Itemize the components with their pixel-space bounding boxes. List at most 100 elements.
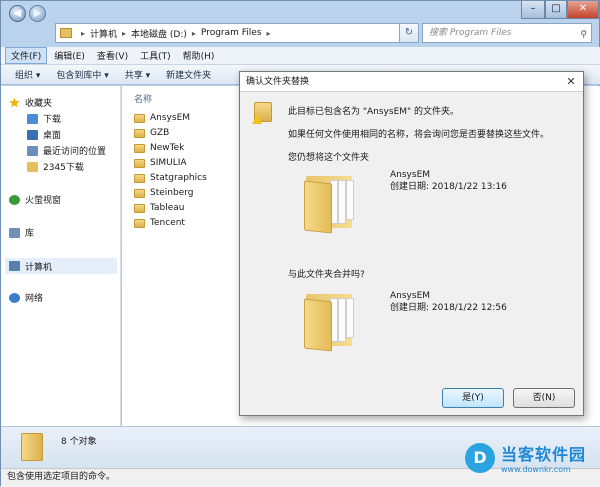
- breadcrumb-drive[interactable]: 本地磁盘 (D:): [131, 27, 187, 40]
- sidebar-item-desktop[interactable]: 桌面: [27, 128, 61, 141]
- source-folder-info: AnsysEM 创建日期: 2018/1/22 12:56: [390, 290, 507, 314]
- column-header-name[interactable]: 名称: [134, 92, 152, 105]
- folder-icon: [134, 143, 145, 153]
- dialog-message: 此目标已包含名为 "AnsysEM" 的文件夹。: [288, 107, 460, 117]
- source-folder-date: 创建日期: 2018/1/22 12:56: [390, 303, 507, 313]
- file-name: Tencent: [150, 218, 185, 228]
- chevron-right-icon: ▸: [191, 28, 196, 38]
- share-button[interactable]: 共享 ▾: [125, 68, 150, 81]
- maximize-icon[interactable]: □: [545, 1, 567, 19]
- sidebar-item-2345[interactable]: 2345下载: [27, 160, 84, 173]
- dialog-title: 确认文件夹替换: [240, 72, 583, 92]
- sidebar-item-label: 2345下载: [43, 163, 84, 173]
- app-icon: [9, 194, 20, 205]
- sidebar-item-downloads[interactable]: 下载: [27, 112, 61, 125]
- no-button[interactable]: 否(N): [513, 388, 575, 408]
- list-item[interactable]: Steinberg: [134, 188, 194, 198]
- network-icon: [9, 292, 20, 303]
- list-item[interactable]: Statgraphics: [134, 173, 207, 183]
- list-item[interactable]: SIMULIA: [134, 158, 187, 168]
- refresh-icon[interactable]: ↻: [399, 23, 419, 43]
- include-in-library-button[interactable]: 包含到库中 ▾: [56, 68, 108, 81]
- list-item[interactable]: Tableau: [134, 203, 185, 213]
- library-icon: [9, 227, 20, 238]
- sidebar-item-network[interactable]: 网络: [9, 291, 43, 304]
- address-bar[interactable]: ▸ 计算机 ▸ 本地磁盘 (D:) ▸ Program Files ▸ ▼: [55, 23, 415, 43]
- list-item[interactable]: GZB: [134, 128, 169, 138]
- back-icon[interactable]: ◀: [9, 5, 26, 22]
- organize-button[interactable]: 组织 ▾: [15, 68, 40, 81]
- folder-icon: [134, 203, 145, 213]
- list-item[interactable]: Tencent: [134, 218, 185, 228]
- sidebar-item-favorites[interactable]: 收藏夹: [9, 96, 52, 109]
- folder-icon: [134, 113, 145, 123]
- yes-button[interactable]: 是(Y): [442, 388, 504, 408]
- folder-icon: [134, 188, 145, 198]
- sidebar-item-app[interactable]: 火萤视窗: [9, 193, 61, 206]
- folder-icon: [21, 433, 43, 461]
- close-window-icon[interactable]: ✕: [567, 1, 599, 19]
- sidebar-item-label: 计算机: [25, 262, 53, 273]
- confirm-folder-replace-dialog: 确认文件夹替换 ✕ 此目标已包含名为 "AnsysEM" 的文件夹。 如果任何文…: [239, 71, 584, 416]
- file-name: Statgraphics: [150, 173, 207, 183]
- sidebar-item-label: 火萤视窗: [25, 196, 62, 206]
- download-folder-icon: [27, 113, 38, 124]
- target-folder-info: AnsysEM 创建日期: 2018/1/22 13:16: [390, 169, 507, 193]
- item-count: 8 个对象: [61, 437, 97, 447]
- new-folder-button[interactable]: 新建文件夹: [166, 68, 211, 81]
- menu-file[interactable]: 文件(F): [5, 47, 48, 64]
- sidebar-item-label: 最近访问的位置: [43, 147, 107, 157]
- logo-title: 当客软件园: [501, 445, 587, 464]
- chevron-right-icon: ▸: [266, 28, 271, 38]
- search-icon[interactable]: ⚲: [580, 26, 587, 44]
- site-logo: D 当客软件园 www.downkr.com: [465, 441, 586, 474]
- chevron-right-icon: ▸: [122, 28, 127, 38]
- recent-places-icon: [27, 145, 38, 156]
- warning-icon: [252, 114, 262, 124]
- folder-icon: [27, 161, 38, 172]
- sidebar-item-label: 收藏夹: [25, 99, 53, 109]
- target-folder-icon: [302, 172, 356, 234]
- search-placeholder: 搜索 Program Files: [429, 28, 512, 38]
- sidebar-item-label: 桌面: [43, 131, 62, 141]
- sidebar-item-label: 下载: [43, 115, 62, 125]
- file-name: NewTek: [150, 143, 185, 153]
- folder-icon: [134, 173, 145, 183]
- dialog-message-detail: 如果任何文件使用相同的名称，将会询问您是否要替换这些文件。: [288, 130, 550, 140]
- sidebar-item-label: 库: [25, 229, 35, 239]
- chevron-right-icon: ▸: [81, 28, 86, 38]
- file-name: GZB: [150, 128, 170, 138]
- forward-icon[interactable]: ▶: [29, 5, 46, 22]
- close-icon[interactable]: ✕: [560, 73, 582, 90]
- target-folder-name: AnsysEM: [390, 170, 431, 180]
- folder-warning-icon: [252, 102, 272, 124]
- file-name: AnsysEM: [150, 113, 191, 123]
- sidebar-item-computer[interactable]: 计算机: [5, 258, 117, 274]
- folder-icon: [134, 218, 145, 228]
- menu-view[interactable]: 查看(V): [92, 48, 133, 63]
- star-icon: [9, 97, 20, 108]
- sidebar-item-recent[interactable]: 最近访问的位置: [27, 144, 106, 157]
- menu-edit[interactable]: 编辑(E): [49, 48, 90, 63]
- list-item[interactable]: AnsysEM: [134, 113, 190, 123]
- search-input[interactable]: 搜索 Program Files ⚲: [422, 23, 592, 43]
- folder-icon: [134, 158, 145, 168]
- dialog-question-1: 您仍想将这个文件夹: [288, 153, 370, 163]
- list-item[interactable]: NewTek: [134, 143, 184, 153]
- menu-bar: 文件(F) 编辑(E) 查看(V) 工具(T) 帮助(H): [1, 47, 600, 65]
- title-bar: ◀ ▶ – □ ✕: [1, 1, 600, 23]
- desktop-icon: [27, 129, 38, 140]
- menu-help[interactable]: 帮助(H): [178, 48, 220, 63]
- source-folder-icon: [302, 290, 356, 352]
- logo-mark: D: [465, 442, 495, 473]
- minimize-icon[interactable]: –: [521, 1, 545, 19]
- breadcrumb-computer[interactable]: 计算机: [90, 27, 117, 40]
- file-name: Steinberg: [150, 188, 194, 198]
- sidebar-item-libraries[interactable]: 库: [9, 226, 34, 239]
- file-name: SIMULIA: [150, 158, 187, 168]
- logo-url: www.downkr.com: [501, 465, 571, 474]
- computer-icon: [9, 261, 20, 271]
- navigation-pane: 收藏夹 下载 桌面 最近访问的位置 2345下载 火萤视窗 库 计算机 网络: [1, 86, 121, 426]
- menu-tools[interactable]: 工具(T): [135, 48, 176, 63]
- breadcrumb-folder[interactable]: Program Files: [201, 28, 262, 38]
